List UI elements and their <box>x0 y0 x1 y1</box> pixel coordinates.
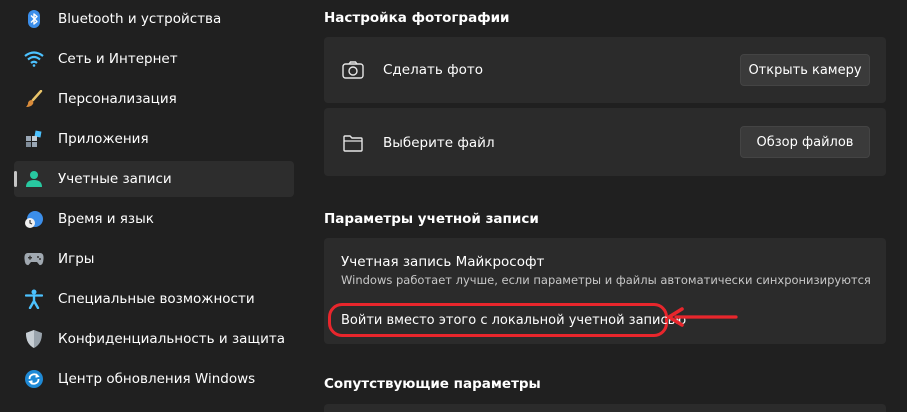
user-icon <box>24 169 44 189</box>
gamepad-icon <box>24 249 44 269</box>
sidebar-item-accessibility[interactable]: Специальные возможности <box>14 281 294 317</box>
photo-section-title: Настройка фотографии <box>324 10 510 26</box>
sidebar-item-time-language[interactable]: Время и язык <box>14 201 294 237</box>
microsoft-account-subtitle: Windows работает лучше, если параметры и… <box>341 273 871 287</box>
sidebar-item-label: Сеть и Интернет <box>58 51 178 67</box>
sidebar-item-label: Центр обновления Windows <box>58 371 256 387</box>
annotation-arrow-icon <box>667 307 738 327</box>
browse-files-button[interactable]: Обзор файлов <box>740 126 870 158</box>
sidebar-item-accounts[interactable]: Учетные записи <box>14 161 294 197</box>
related-settings-card <box>324 404 886 412</box>
choose-file-card: Выберите файл Обзор файлов <box>324 108 886 176</box>
apps-icon <box>24 129 44 149</box>
sidebar-item-label: Конфиденциальность и защита <box>58 331 286 347</box>
folder-icon <box>342 132 364 154</box>
take-photo-label: Сделать фото <box>383 62 484 78</box>
sidebar-item-personalization[interactable]: Персонализация <box>14 81 294 117</box>
open-camera-button[interactable]: Открыть камеру <box>740 54 870 86</box>
sidebar: Bluetooth и устройства Сеть и Интернет П… <box>0 0 300 412</box>
microsoft-account-title: Учетная запись Майкрософт <box>341 254 545 270</box>
sidebar-item-gaming[interactable]: Игры <box>14 241 294 277</box>
related-section-title: Сопутствующие параметры <box>324 376 541 392</box>
brush-icon <box>24 89 44 109</box>
sidebar-item-label: Bluetooth и устройства <box>58 11 222 27</box>
settings-window: Bluetooth и устройства Сеть и Интернет П… <box>0 0 907 412</box>
choose-file-label: Выберите файл <box>383 135 495 151</box>
selection-indicator <box>14 171 17 187</box>
sidebar-item-privacy[interactable]: Конфиденциальность и защита <box>14 321 294 357</box>
account-section-title: Параметры учетной записи <box>324 211 539 227</box>
sidebar-item-label: Учетные записи <box>58 171 172 187</box>
shield-icon <box>24 329 44 349</box>
clock-globe-icon <box>24 209 44 229</box>
wifi-icon <box>24 49 44 69</box>
sidebar-item-apps[interactable]: Приложения <box>14 121 294 157</box>
camera-icon <box>342 59 364 81</box>
sidebar-item-label: Приложения <box>58 131 149 147</box>
local-account-signin-link[interactable]: Войти вместо этого с локальной учетной з… <box>341 313 686 328</box>
take-photo-card: Сделать фото Открыть камеру <box>324 37 886 103</box>
sidebar-item-network[interactable]: Сеть и Интернет <box>14 41 294 77</box>
update-icon <box>24 369 44 389</box>
microsoft-account-card: Учетная запись Майкрософт Windows работа… <box>324 238 886 344</box>
sidebar-item-bluetooth[interactable]: Bluetooth и устройства <box>14 1 294 37</box>
sidebar-item-label: Специальные возможности <box>58 291 255 307</box>
sidebar-item-windows-update[interactable]: Центр обновления Windows <box>14 361 294 397</box>
sidebar-item-label: Игры <box>58 251 95 267</box>
sidebar-item-label: Время и язык <box>58 211 154 227</box>
accessibility-icon <box>24 289 44 309</box>
highlight-outline: Войти вместо этого с локальной учетной з… <box>328 303 686 337</box>
sidebar-item-label: Персонализация <box>58 91 177 107</box>
bluetooth-icon <box>24 9 44 29</box>
